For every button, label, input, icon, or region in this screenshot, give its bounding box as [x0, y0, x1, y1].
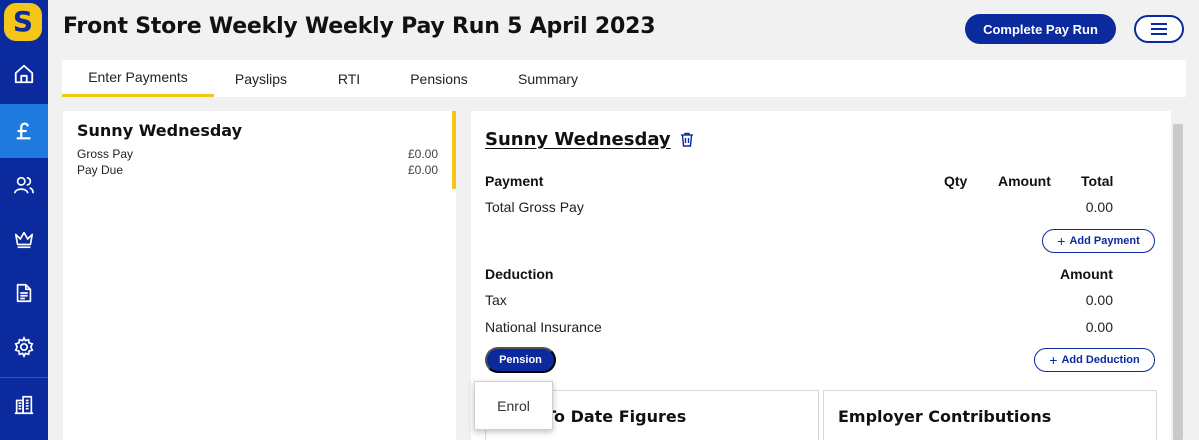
plus-icon: +	[1049, 352, 1058, 368]
plus-icon: +	[1057, 233, 1066, 249]
tax-value: 0.00	[1085, 292, 1113, 308]
pound-icon[interactable]	[0, 104, 48, 158]
employee-detail-panel: Sunny Wednesday Payment Qty Amount Total…	[471, 111, 1171, 440]
employee-pay-due-row: Pay Due £0.00	[77, 163, 438, 177]
home-icon[interactable]	[0, 47, 48, 101]
tab-pensions[interactable]: Pensions	[402, 60, 476, 97]
sidebar: S	[0, 0, 48, 440]
menu-button[interactable]	[1134, 15, 1184, 43]
page-title: Front Store Weekly Weekly Pay Run 5 Apri…	[63, 14, 656, 39]
users-icon[interactable]	[0, 158, 48, 212]
app-logo[interactable]: S	[4, 3, 42, 41]
add-deduction-label: Add Deduction	[1061, 354, 1140, 366]
crown-icon[interactable]	[0, 212, 48, 266]
employee-card[interactable]: Sunny Wednesday Gross Pay £0.00 Pay Due …	[63, 111, 456, 189]
tab-rti[interactable]: RTI	[324, 60, 374, 97]
deduction-header: Deduction	[485, 266, 554, 282]
add-deduction-button[interactable]: + Add Deduction	[1034, 348, 1155, 372]
deduction-amount-header: Amount	[1060, 266, 1113, 282]
tab-payslips[interactable]: Payslips	[222, 60, 300, 97]
employee-card-name: Sunny Wednesday	[77, 121, 243, 140]
pension-button[interactable]: Pension	[485, 347, 556, 373]
pension-dropdown: Enrol	[474, 381, 553, 430]
gross-pay-label: Gross Pay	[77, 147, 134, 161]
national-insurance-label: National Insurance	[485, 319, 602, 335]
employee-list: Sunny Wednesday Gross Pay £0.00 Pay Due …	[63, 111, 456, 440]
tax-label: Tax	[485, 292, 507, 308]
total-header: Total	[1081, 173, 1114, 189]
gross-pay-value: £0.00	[407, 147, 438, 161]
national-insurance-value: 0.00	[1085, 319, 1113, 335]
complete-pay-run-button[interactable]: Complete Pay Run	[965, 14, 1116, 44]
employee-gross-pay-row: Gross Pay £0.00	[77, 147, 438, 161]
pay-due-label: Pay Due	[77, 163, 124, 177]
total-gross-pay-value: 0.00	[1085, 199, 1113, 215]
employer-contributions-box: Employer Contributions	[823, 390, 1157, 440]
tab-enter-payments[interactable]: Enter Payments	[62, 60, 214, 97]
add-payment-label: Add Payment	[1069, 235, 1140, 247]
tab-summary[interactable]: Summary	[508, 60, 588, 97]
scrollbar[interactable]	[1173, 124, 1183, 440]
pay-due-value: £0.00	[407, 163, 438, 177]
gear-icon[interactable]	[0, 320, 48, 374]
tab-bar: Enter Payments Payslips RTI Pensions Sum…	[62, 60, 1186, 97]
total-gross-pay-label: Total Gross Pay	[485, 199, 584, 215]
document-icon[interactable]	[0, 266, 48, 320]
qty-header: Qty	[944, 173, 968, 189]
payment-header: Payment	[485, 173, 544, 189]
building-icon[interactable]	[0, 378, 48, 432]
trash-icon[interactable]	[680, 132, 694, 147]
dropdown-item-enrol[interactable]: Enrol	[497, 398, 530, 414]
employee-detail-name[interactable]: Sunny Wednesday	[485, 129, 671, 150]
add-payment-button[interactable]: + Add Payment	[1042, 229, 1155, 253]
employer-contributions-title: Employer Contributions	[838, 407, 1052, 426]
hamburger-icon	[1151, 23, 1167, 35]
payment-amount-header: Amount	[998, 173, 1051, 189]
